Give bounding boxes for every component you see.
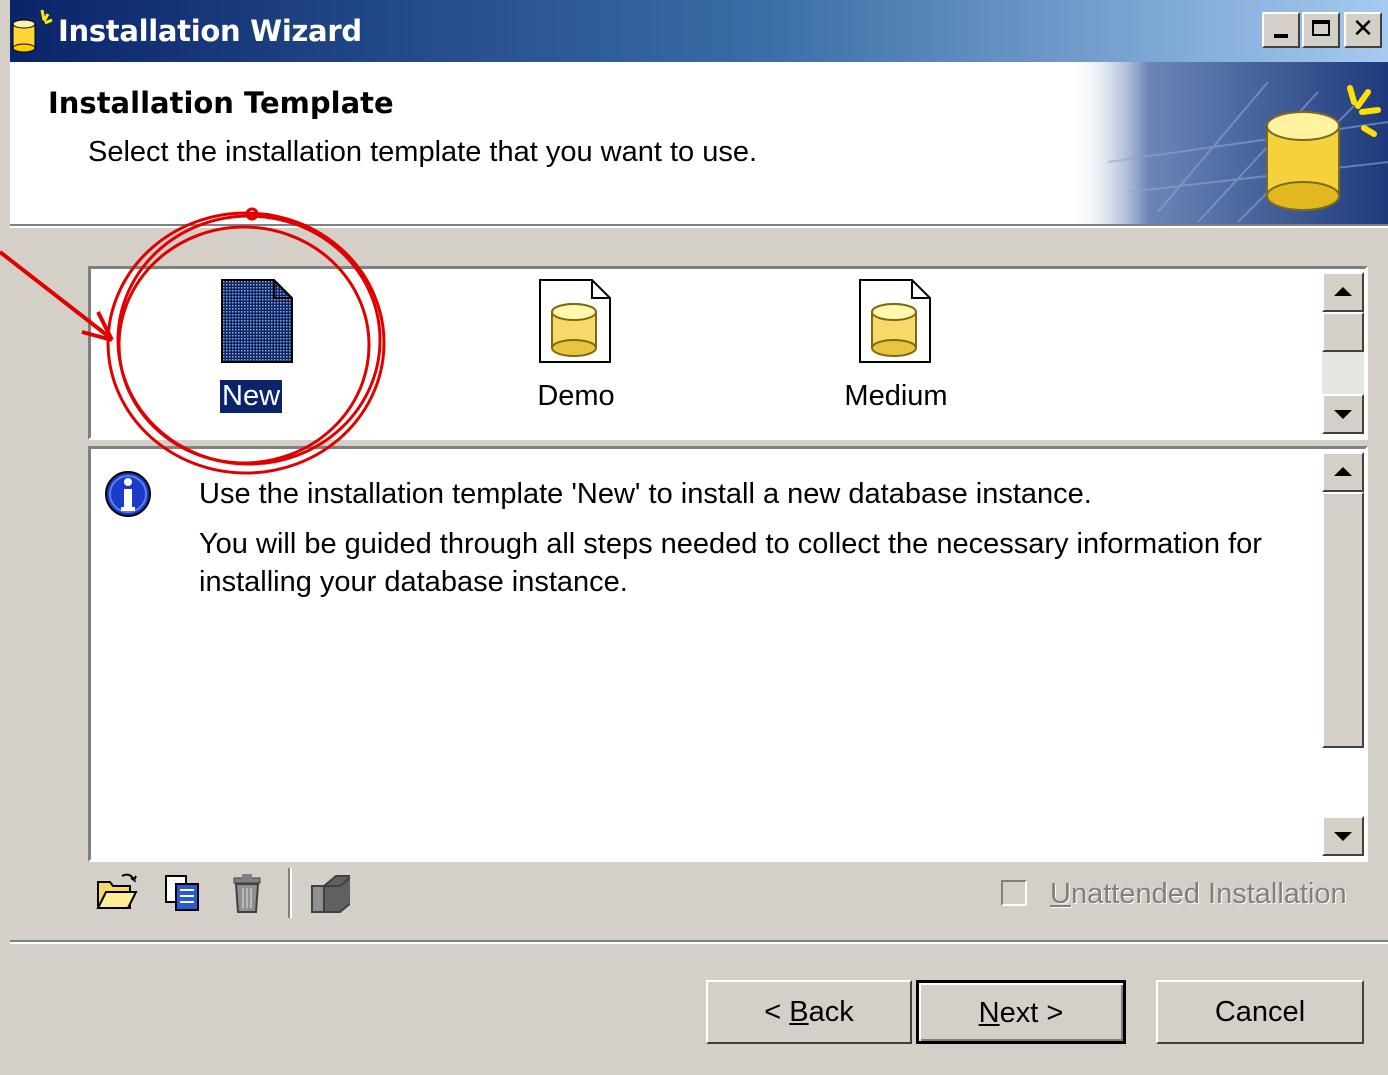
page-title: Installation Template <box>48 86 394 120</box>
header-divider <box>10 224 1388 228</box>
scroll-up-button[interactable] <box>1322 452 1364 492</box>
description-line: You will be guided through all steps nee… <box>199 528 1262 560</box>
mnemonic: U <box>1050 878 1071 910</box>
close-icon: ✕ <box>1352 14 1374 44</box>
arrow-down-icon <box>1334 410 1352 419</box>
mnemonic: B <box>789 996 809 1028</box>
arrow-down-icon <box>1334 832 1352 841</box>
page-subtitle: Select the installation template that yo… <box>88 136 758 168</box>
app-database-icon <box>12 9 53 53</box>
close-button[interactable]: ✕ <box>1344 12 1382 48</box>
info-icon <box>105 471 151 517</box>
open-folder-icon[interactable] <box>94 870 138 916</box>
header-banner-image <box>1068 62 1388 224</box>
blank-document-icon <box>221 279 293 363</box>
mnemonic: N <box>978 997 1000 1029</box>
arrow-up-icon <box>1334 287 1352 296</box>
copy-icon[interactable] <box>160 870 204 916</box>
unattended-installation-label[interactable]: Unattended Installation <box>1050 878 1347 911</box>
scrollbar-track[interactable] <box>1322 748 1364 816</box>
window-title: Installation Wizard <box>58 14 362 48</box>
back-label: ack <box>808 996 854 1028</box>
template-label: New <box>218 379 284 414</box>
scroll-up-button[interactable] <box>1322 272 1364 312</box>
next-button[interactable]: Next > <box>916 980 1126 1044</box>
maximize-icon <box>1312 20 1330 36</box>
maximize-button[interactable] <box>1302 12 1340 48</box>
scrollbar-thumb[interactable] <box>1322 492 1364 748</box>
template-label: Demo <box>537 380 615 412</box>
unattended-installation-checkbox[interactable] <box>1001 880 1027 906</box>
cancel-button[interactable]: Cancel <box>1156 980 1364 1044</box>
next-label: ext > <box>999 997 1064 1029</box>
footer-divider <box>10 940 1388 944</box>
back-prefix: < <box>764 996 790 1028</box>
scroll-down-button[interactable] <box>1322 816 1364 856</box>
back-button[interactable]: < Back <box>706 980 912 1044</box>
arrow-up-icon <box>1334 467 1352 476</box>
template-item-demo[interactable]: Demo <box>496 276 656 426</box>
template-item-new[interactable]: New <box>200 276 316 426</box>
template-label: Medium <box>844 380 948 412</box>
description-line: Use the installation template 'New' to i… <box>199 478 1092 510</box>
delete-icon[interactable] <box>226 870 270 916</box>
database-document-icon <box>859 279 931 363</box>
database-document-icon <box>539 279 611 363</box>
minimize-icon <box>1274 34 1288 38</box>
description-line: installing your database instance. <box>199 566 628 598</box>
properties-icon[interactable] <box>306 870 350 916</box>
toolbar-separator <box>288 868 292 918</box>
minimize-button[interactable] <box>1262 12 1300 48</box>
scroll-down-button[interactable] <box>1322 394 1364 434</box>
label-text: nattended Installation <box>1070 878 1347 910</box>
template-item-medium[interactable]: Medium <box>816 276 976 426</box>
scrollbar-thumb[interactable] <box>1322 312 1364 352</box>
